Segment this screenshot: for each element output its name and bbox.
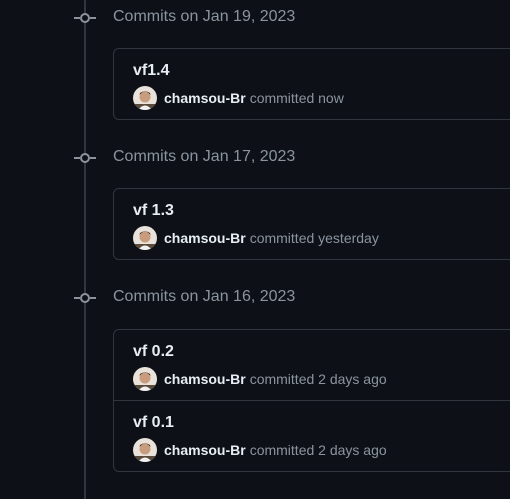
- commit-author-row: chamsou-Br committed 2 days ago: [133, 438, 387, 462]
- commit-group-header: Commits on Jan 19, 2023: [0, 6, 510, 30]
- commit-title-link[interactable]: vf 0.1: [133, 414, 174, 432]
- git-commit-icon: [74, 293, 96, 303]
- commit-group-date: Commits on Jan 17, 2023: [113, 148, 296, 165]
- commit-time: committed 2 days ago: [249, 371, 387, 387]
- commit-author[interactable]: chamsou-Br: [164, 230, 246, 246]
- commit-list: vf1.4 chamsou-Br committed now: [113, 48, 510, 120]
- commit-group-date: Commits on Jan 19, 2023: [113, 8, 296, 25]
- commit-list: vf 0.2 chamsou-Br committed 2 days ago v…: [113, 329, 510, 472]
- commit-author-row: chamsou-Br committed 2 days ago: [133, 367, 387, 391]
- commit-author[interactable]: chamsou-Br: [164, 442, 246, 458]
- git-commit-icon: [74, 13, 96, 23]
- commit-row[interactable]: vf 0.1 chamsou-Br committed 2 days ago: [114, 400, 510, 471]
- commit-row[interactable]: vf1.4 chamsou-Br committed now: [114, 49, 510, 119]
- commit-time: committed 2 days ago: [249, 442, 387, 458]
- commit-author[interactable]: chamsou-Br: [164, 90, 246, 106]
- git-commit-icon: [74, 153, 96, 163]
- commit-list: vf 1.3 chamsou-Br committed yesterday: [113, 188, 510, 260]
- commit-title-link[interactable]: vf1.4: [133, 62, 169, 80]
- commit-group-date: Commits on Jan 16, 2023: [113, 288, 296, 305]
- commit-row[interactable]: vf 1.3 chamsou-Br committed yesterday: [114, 189, 510, 259]
- commit-title-link[interactable]: vf 0.2: [133, 343, 174, 361]
- commit-group-header: Commits on Jan 17, 2023: [0, 146, 510, 170]
- timeline-line: [84, 0, 86, 499]
- user-avatar[interactable]: [133, 438, 157, 462]
- commit-author-row: chamsou-Br committed yesterday: [133, 226, 379, 250]
- commit-title-link[interactable]: vf 1.3: [133, 202, 174, 220]
- commit-group-header: Commits on Jan 16, 2023: [0, 286, 510, 310]
- commit-time: committed yesterday: [249, 230, 379, 246]
- commit-row[interactable]: vf 0.2 chamsou-Br committed 2 days ago: [114, 330, 510, 400]
- commit-author[interactable]: chamsou-Br: [164, 371, 246, 387]
- user-avatar[interactable]: [133, 367, 157, 391]
- user-avatar[interactable]: [133, 226, 157, 250]
- commit-author-row: chamsou-Br committed now: [133, 86, 344, 110]
- commit-time: committed now: [249, 90, 344, 106]
- user-avatar[interactable]: [133, 86, 157, 110]
